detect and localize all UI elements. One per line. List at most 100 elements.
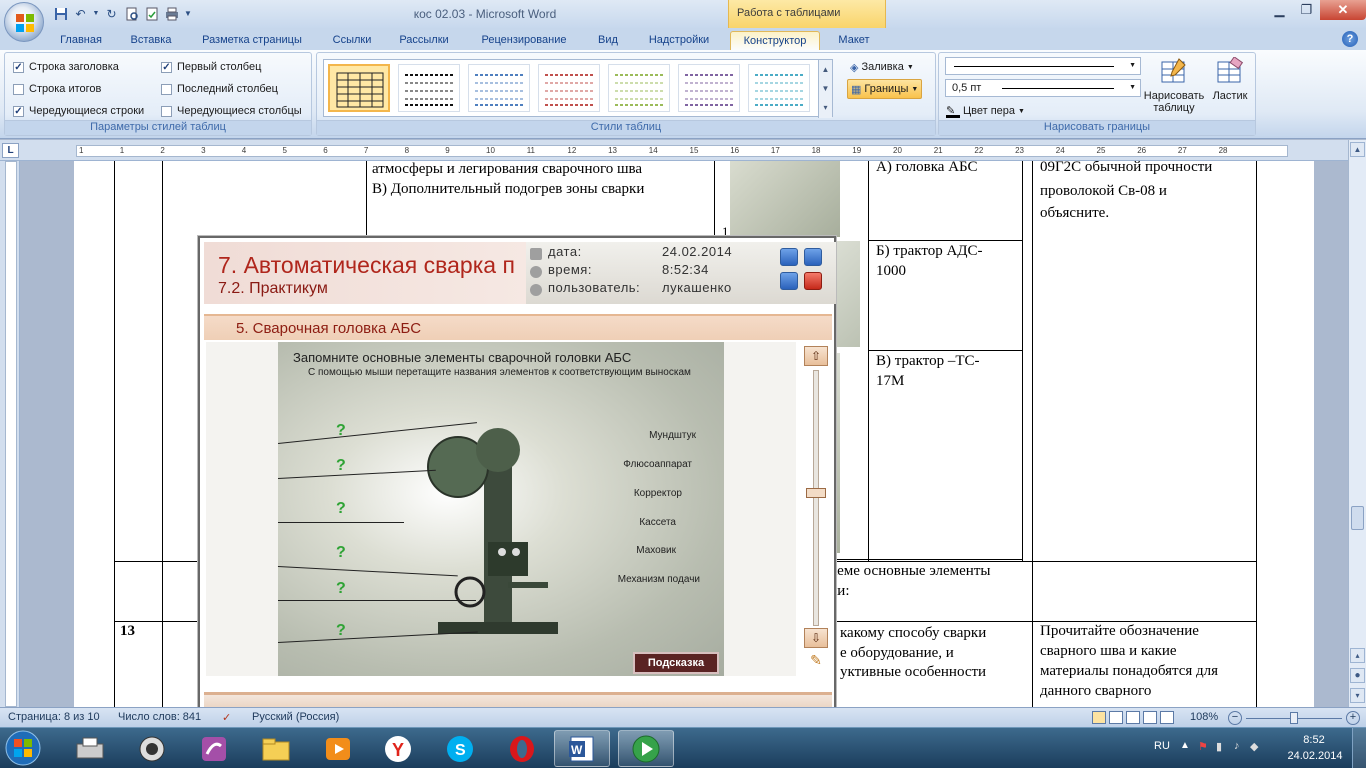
drop-target-marker[interactable]: ? (336, 544, 346, 562)
option-banded-columns[interactable]: Чередующиеся столбцы (161, 105, 302, 117)
checkbox-total-row[interactable] (13, 83, 24, 95)
vertical-ruler[interactable] (0, 161, 20, 707)
option-header-row[interactable]: ✓ Строка заголовка (13, 61, 119, 73)
ruler-strip[interactable]: 1 1 2 3 4 5 6 7 8 9 10 11 12 13 14 15 16 17 18 19 20 21 22 23 24… (76, 145, 1288, 157)
undo-icon[interactable]: ↶ (72, 5, 89, 22)
table-style-1[interactable] (328, 64, 390, 112)
tab-view[interactable]: Вид (588, 31, 628, 50)
tab-insert[interactable]: Вставка (122, 31, 180, 50)
clock-date[interactable]: 24.02.2014 (1282, 750, 1348, 762)
table-style-2[interactable] (398, 64, 460, 112)
taskbar-onenote-icon[interactable] (186, 730, 242, 767)
redo-icon[interactable]: ↻ (103, 5, 120, 22)
volume-icon[interactable]: ♪ (1234, 740, 1240, 752)
network-icon[interactable]: ▮ (1216, 740, 1222, 753)
tab-references[interactable]: Ссылки (322, 31, 382, 50)
checkbox-first-column[interactable]: ✓ (161, 61, 172, 73)
undo-dropdown-icon[interactable]: ▼ (92, 5, 100, 22)
word-count[interactable]: Число слов: 841 (118, 711, 201, 723)
table-style-7[interactable] (748, 64, 810, 112)
taskbar-headset-icon[interactable] (124, 730, 180, 767)
drop-target-marker[interactable]: ? (336, 580, 346, 598)
zoom-level[interactable]: 108% (1190, 711, 1218, 723)
tab-mailings[interactable]: Рассылки (392, 31, 456, 50)
taskbar-word-icon[interactable]: W (554, 730, 610, 767)
popup-power-icon[interactable] (804, 272, 822, 290)
draggable-label[interactable]: Маховик (636, 545, 676, 556)
scroll-down-page-icon[interactable]: ▾ (1350, 688, 1365, 703)
popup-maximize-icon[interactable] (804, 248, 822, 266)
tab-addins[interactable]: Надстройки (638, 31, 720, 50)
draggable-label[interactable]: Флюсоаппарат (623, 459, 692, 470)
scroller-down-icon[interactable]: ⇩ (804, 628, 828, 648)
hint-button[interactable]: Подсказка (633, 652, 719, 674)
scroller-up-icon[interactable]: ⇧ (804, 346, 828, 366)
drop-target-marker[interactable]: ? (336, 622, 346, 640)
language-indicator[interactable]: Русский (Россия) (252, 711, 339, 723)
clock-time[interactable]: 8:52 (1284, 734, 1344, 746)
draggable-label[interactable]: Механизм подачи (618, 574, 700, 585)
taskbar-opera-icon[interactable] (494, 730, 550, 767)
option-first-column[interactable]: ✓ Первый столбец (161, 61, 261, 73)
draft-view-icon[interactable] (1160, 711, 1174, 724)
checkbox-header-row[interactable]: ✓ (13, 61, 24, 73)
customize-qat-icon[interactable]: ▼ (183, 5, 193, 22)
close-button[interactable]: ✕ (1320, 0, 1366, 20)
tab-home[interactable]: Главная (52, 31, 110, 50)
proofing-icon[interactable]: ✓ (222, 711, 231, 724)
print-preview-icon[interactable] (123, 5, 140, 22)
option-total-row[interactable]: Строка итогов (13, 83, 101, 95)
shading-button[interactable]: ◈ Заливка ▼ (847, 57, 917, 77)
scroll-up-page-icon[interactable]: ▴ (1350, 648, 1365, 663)
flash-course-window[interactable]: 7. Автоматическая сварка п 7.2. Практику… (198, 236, 836, 716)
tab-design[interactable]: Конструктор (730, 31, 820, 50)
table-style-6[interactable] (678, 64, 740, 112)
pen-color-button[interactable]: ✎ Цвет пера ▼ (943, 101, 1028, 121)
popup-menu-icon[interactable] (780, 272, 798, 290)
taskbar-skype-icon[interactable]: S (432, 730, 488, 767)
notes-icon[interactable]: ✎ (804, 652, 828, 672)
tab-selector-button[interactable]: L (2, 143, 19, 158)
checkbox-banded-rows[interactable]: ✓ (13, 105, 24, 117)
option-banded-rows[interactable]: ✓ Чередующиеся строки (13, 105, 144, 117)
document-scrollbar[interactable]: ▲ ▴ ● ▾ (1348, 140, 1366, 707)
scroll-up-icon[interactable]: ▲ (1350, 142, 1365, 157)
option-last-column[interactable]: Последний столбец (161, 83, 278, 95)
draw-table-button[interactable]: Нарисовать таблицу (1143, 57, 1205, 119)
print-layout-view-icon[interactable] (1092, 711, 1106, 724)
taskbar-media-player-icon[interactable] (310, 730, 366, 767)
checkbox-last-column[interactable] (161, 83, 172, 95)
help-icon[interactable]: ? (1342, 31, 1358, 47)
web-layout-view-icon[interactable] (1126, 711, 1140, 724)
checkbox-banded-columns[interactable] (161, 105, 172, 117)
office-button[interactable] (4, 2, 44, 42)
zoom-slider-thumb[interactable] (1290, 712, 1298, 724)
table-style-4[interactable] (538, 64, 600, 112)
full-screen-view-icon[interactable] (1109, 711, 1123, 724)
start-button[interactable] (3, 729, 53, 768)
taskbar-explorer-icon[interactable] (248, 730, 304, 767)
select-browse-object-icon[interactable]: ● (1350, 668, 1365, 683)
show-desktop-button[interactable] (1352, 728, 1366, 768)
show-hidden-icons[interactable]: ▲ (1180, 740, 1190, 751)
taskbar-yandex-icon[interactable]: Y (370, 730, 426, 767)
input-language[interactable]: RU (1154, 740, 1170, 752)
draggable-label[interactable]: Корректор (634, 488, 682, 499)
zoom-out-icon[interactable]: − (1228, 711, 1242, 725)
eraser-button[interactable]: Ластик (1207, 56, 1253, 119)
borders-button[interactable]: ▦ Границы ▼ (847, 79, 923, 99)
outline-view-icon[interactable] (1143, 711, 1157, 724)
print-icon[interactable] (163, 5, 180, 22)
restore-button[interactable]: ❐ (1293, 0, 1320, 20)
tab-review[interactable]: Рецензирование (470, 31, 578, 50)
minimize-button[interactable]: ▁ (1266, 0, 1293, 20)
horizontal-ruler[interactable]: L 1 1 2 3 4 5 6 7 8 9 10 11 12 13 14 15 16 17 18 19 20 21 22 23… (0, 140, 1366, 161)
action-center-icon[interactable]: ⚑ (1198, 740, 1208, 753)
scrollbar-thumb[interactable] (1351, 506, 1364, 530)
taskbar-scanner-icon[interactable] (62, 730, 118, 767)
draggable-label[interactable]: Мундштук (649, 430, 696, 441)
popup-minimize-icon[interactable] (780, 248, 798, 266)
save-icon[interactable] (52, 5, 69, 22)
security-icon[interactable]: ◆ (1250, 740, 1258, 753)
line-style-select[interactable]: ▼ (945, 57, 1141, 75)
